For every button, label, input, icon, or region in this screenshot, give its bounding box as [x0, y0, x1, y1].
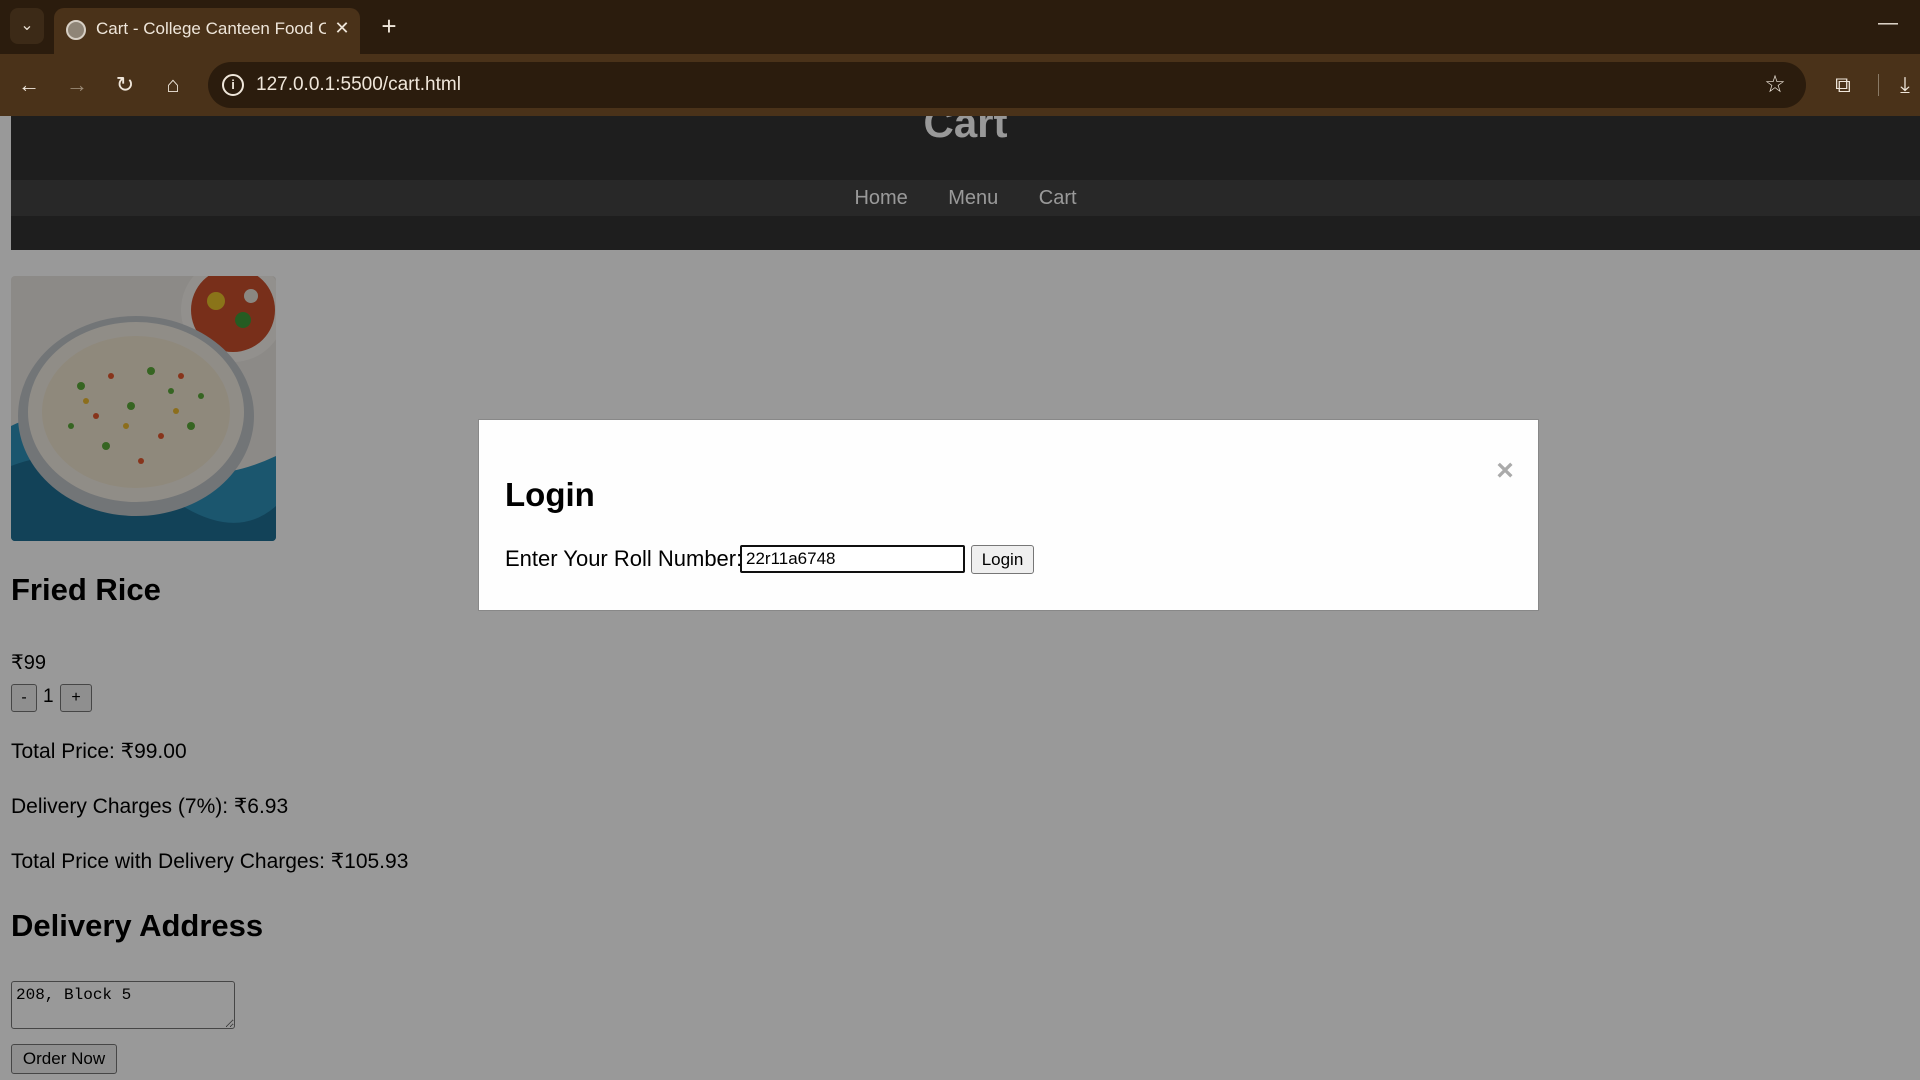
address-bar[interactable]: i 127.0.0.1:5500/cart.html ☆	[208, 62, 1806, 108]
url-text[interactable]: 127.0.0.1:5500/cart.html	[256, 74, 461, 96]
toolbar-divider	[1878, 74, 1879, 96]
browser-tab-bar: ⌄ Cart - College Canteen Food Or ✕ + —	[0, 0, 1920, 54]
new-tab-button[interactable]: +	[374, 12, 404, 42]
login-modal-title: Login	[505, 476, 595, 513]
login-button[interactable]: Login	[971, 545, 1034, 574]
star-icon[interactable]: ☆	[1760, 70, 1790, 100]
home-icon[interactable]: ⌂	[156, 68, 190, 102]
tab-close-icon[interactable]: ✕	[330, 16, 354, 40]
tab-title: Cart - College Canteen Food Or	[96, 19, 326, 38]
puzzle-icon[interactable]: ⧉	[1826, 68, 1860, 102]
close-icon[interactable]: ×	[1490, 456, 1520, 486]
globe-icon	[66, 20, 86, 40]
roll-number-input[interactable]	[740, 545, 965, 573]
minimize-window-button[interactable]: —	[1870, 10, 1906, 40]
reload-icon[interactable]: ↻	[108, 68, 142, 102]
back-icon[interactable]: ←	[12, 68, 46, 102]
tab-search-chevron-icon[interactable]: ⌄	[10, 8, 44, 44]
forward-icon[interactable]: →	[60, 68, 94, 102]
browser-tab-cart[interactable]: Cart - College Canteen Food Or ✕	[54, 8, 360, 54]
info-icon[interactable]: i	[222, 74, 244, 96]
page-viewport: Cart Home Menu Cart Fried Rice ₹99 - 1 +…	[0, 116, 1920, 1080]
download-icon[interactable]: ⤓	[1890, 68, 1920, 102]
login-modal: × Login Enter Your Roll Number: Login	[478, 419, 1539, 611]
roll-number-label: Enter Your Roll Number:	[505, 546, 743, 571]
browser-toolbar: ← → ↻ ⌂ i 127.0.0.1:5500/cart.html ☆ ⧉ ⤓	[0, 54, 1920, 116]
